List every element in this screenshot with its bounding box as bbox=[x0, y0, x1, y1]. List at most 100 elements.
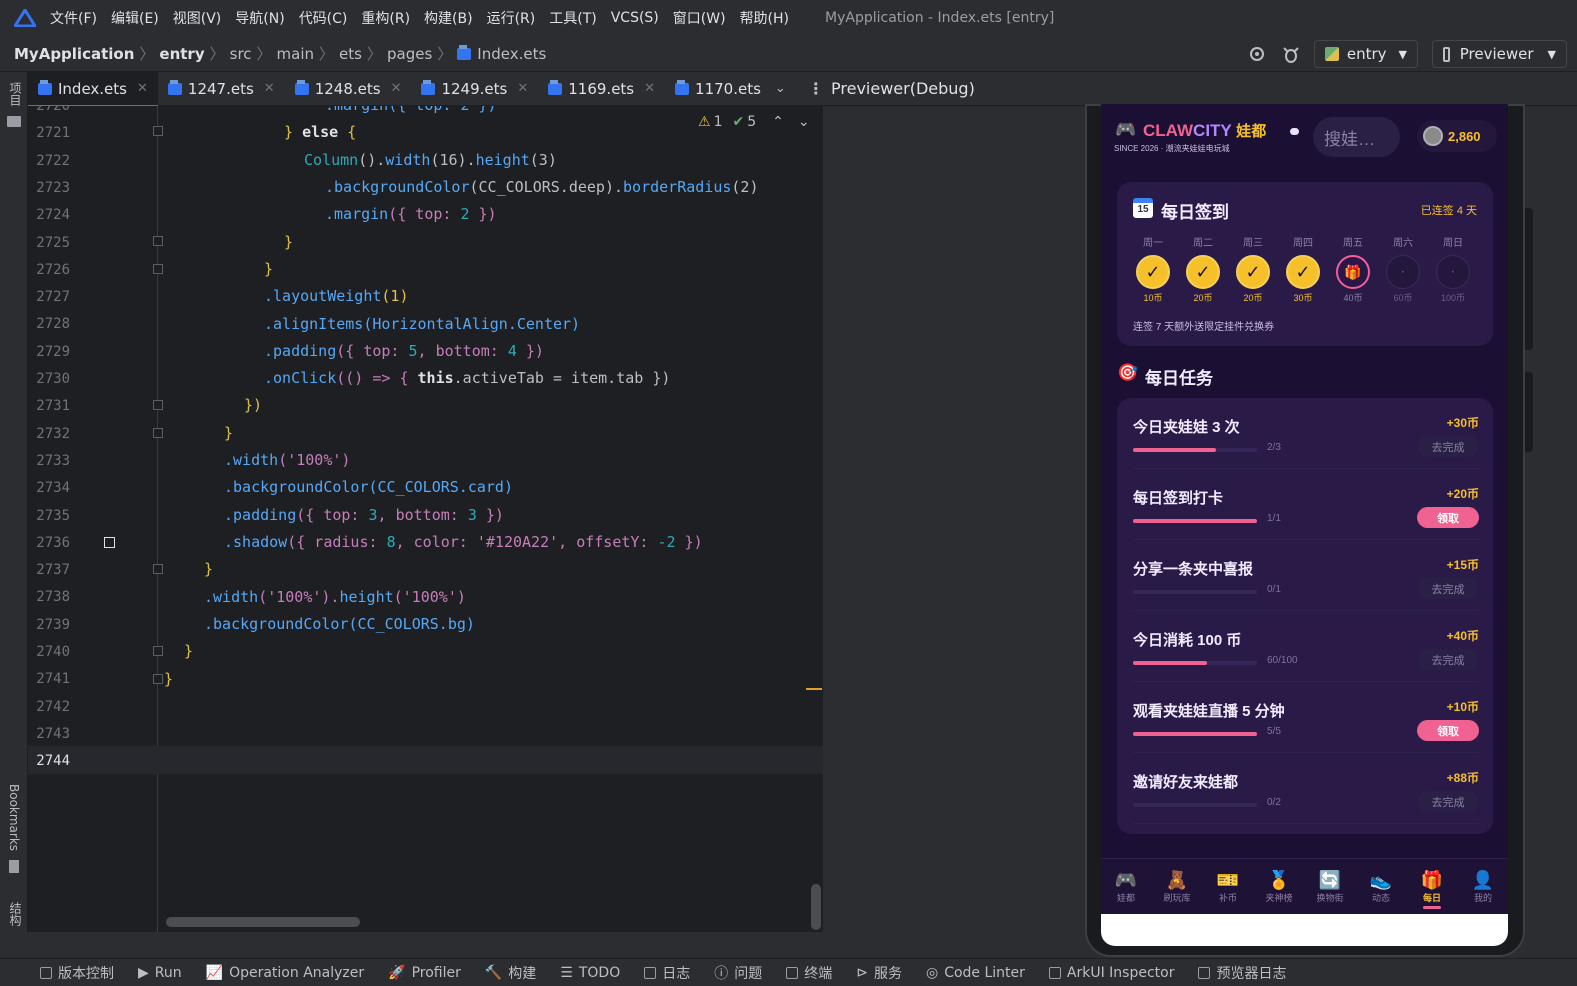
checkin-day[interactable]: 周四 ✓ 30币 bbox=[1283, 234, 1323, 304]
bookmarks-tool-tab[interactable]: Bookmarks bbox=[7, 784, 21, 851]
menu-vcs[interactable]: VCS(S) bbox=[611, 10, 659, 26]
tab-1170[interactable]: 1170.ets bbox=[665, 72, 765, 106]
services-icon: ⊳ bbox=[856, 964, 868, 981]
folder-icon[interactable] bbox=[7, 116, 21, 127]
menu-run[interactable]: 运行(R) bbox=[487, 8, 536, 28]
chevron-up-icon[interactable]: ⌃ bbox=[772, 114, 784, 130]
fold-marker-icon[interactable] bbox=[153, 400, 163, 410]
nav-item-daily[interactable]: 🎁 每日 bbox=[1410, 869, 1454, 909]
operation-analyzer-tool[interactable]: 📈 Operation Analyzer bbox=[206, 965, 364, 981]
menu-tools[interactable]: 工具(T) bbox=[549, 8, 596, 28]
previewer-dropdown[interactable]: Previewer ▼ bbox=[1432, 40, 1567, 68]
previewer-title: Previewer(Debug) bbox=[831, 79, 975, 98]
breadcrumb-ets[interactable]: ets bbox=[339, 45, 362, 63]
inspection-widget[interactable]: ⚠ 1 ✔ 5 ⌃ ⌄ bbox=[698, 114, 810, 130]
nav-item-profile[interactable]: 👤 我的 bbox=[1461, 869, 1505, 904]
line-number: 2729 bbox=[36, 343, 70, 360]
version-control-tool[interactable]: 版本控制 bbox=[40, 963, 114, 983]
fold-marker-icon[interactable] bbox=[153, 428, 163, 438]
chevron-down-icon[interactable]: ⌄ bbox=[798, 114, 810, 130]
fold-marker-icon[interactable] bbox=[153, 646, 163, 656]
fold-marker-icon[interactable] bbox=[153, 564, 163, 574]
checkin-day[interactable]: 周二 ✓ 20币 bbox=[1183, 234, 1223, 304]
nav-item-topup[interactable]: 🎫 补币 bbox=[1206, 869, 1250, 904]
menu-code[interactable]: 代码(C) bbox=[299, 8, 348, 28]
go-complete-button[interactable]: 去完成 bbox=[1417, 578, 1479, 599]
structure-tool-tab[interactable]: 结构 bbox=[7, 902, 24, 926]
checkin-day[interactable]: 周一 ✓ 10币 bbox=[1133, 234, 1173, 304]
todo-tool[interactable]: ☰ TODO bbox=[560, 965, 620, 981]
ets-file-icon bbox=[38, 79, 52, 95]
menu-help[interactable]: 帮助(H) bbox=[740, 8, 789, 28]
close-icon[interactable]: ✕ bbox=[517, 81, 528, 96]
target-icon[interactable] bbox=[1248, 45, 1266, 63]
claim-button[interactable]: 领取 bbox=[1417, 720, 1479, 741]
fold-marker-icon[interactable] bbox=[153, 674, 163, 684]
checkin-day-today[interactable]: 周五 🎁 40币 bbox=[1333, 234, 1373, 304]
breadcrumb-src[interactable]: src bbox=[230, 45, 252, 63]
menu-refactor[interactable]: 重构(R) bbox=[361, 8, 410, 28]
bookmark-icon[interactable] bbox=[9, 860, 19, 873]
check-icon: ✓ bbox=[1136, 255, 1170, 289]
menu-window[interactable]: 窗口(W) bbox=[673, 8, 726, 28]
fold-marker-icon[interactable] bbox=[153, 264, 163, 274]
code-linter-tool[interactable]: ◎ Code Linter bbox=[926, 965, 1025, 981]
menu-edit[interactable]: 编辑(E) bbox=[111, 8, 159, 28]
profiler-tool[interactable]: 🚀 Profiler bbox=[388, 965, 461, 981]
terminal-tool[interactable]: 终端 bbox=[786, 963, 832, 983]
bug-icon[interactable] bbox=[1282, 44, 1300, 64]
problems-tool[interactable]: ⓘ 问题 bbox=[714, 963, 762, 983]
more-options-icon[interactable]: ⋮ bbox=[808, 79, 824, 98]
tab-1169[interactable]: 1169.ets ✕ bbox=[538, 72, 665, 106]
nav-item-library[interactable]: 🧸 刷玩库 bbox=[1155, 869, 1199, 904]
device-screen[interactable]: 🎮 CLAWCITY 娃都 SINCE 2026 · 潮流夹娃娃电玩城 搜娃… … bbox=[1101, 104, 1508, 946]
nav-item-ranking[interactable]: 🏅 夹神榜 bbox=[1257, 869, 1301, 904]
nav-item-feed[interactable]: 👟 动态 bbox=[1359, 869, 1403, 904]
search-input[interactable]: 搜娃… bbox=[1313, 117, 1400, 157]
close-icon[interactable]: ✕ bbox=[391, 81, 402, 96]
tab-index[interactable]: Index.ets ✕ bbox=[28, 71, 158, 107]
previewer-log-tool[interactable]: 预览器日志 bbox=[1198, 963, 1286, 983]
fold-marker-icon[interactable] bbox=[153, 236, 163, 246]
nav-item-home[interactable]: 🎮 娃都 bbox=[1104, 869, 1148, 904]
breadcrumb-main[interactable]: main bbox=[277, 45, 314, 63]
go-complete-button[interactable]: 去完成 bbox=[1417, 791, 1479, 812]
run-tool[interactable]: ▶ Run bbox=[138, 965, 182, 981]
close-icon[interactable]: ✕ bbox=[264, 81, 275, 96]
claim-button[interactable]: 领取 bbox=[1417, 507, 1479, 528]
project-tool-tab[interactable]: 项目 bbox=[7, 82, 24, 106]
close-icon[interactable]: ✕ bbox=[137, 81, 148, 96]
nav-item-exchange[interactable]: 🔄 换物街 bbox=[1308, 869, 1352, 904]
breadcrumb-file[interactable]: Index.ets bbox=[477, 45, 546, 63]
go-complete-button[interactable]: 去完成 bbox=[1417, 649, 1479, 670]
coin-balance[interactable]: 2,860 bbox=[1417, 120, 1497, 152]
tab-list-chevron-icon[interactable]: ⌄ bbox=[775, 81, 786, 96]
tab-1249[interactable]: 1249.ets ✕ bbox=[411, 72, 538, 106]
code-editor[interactable]: 2720 2721 2722 2723 2724 2725 2726 2727 2728 2729… bbox=[28, 106, 823, 932]
ets-file-icon bbox=[457, 44, 472, 60]
breadcrumb-pages[interactable]: pages bbox=[387, 45, 432, 63]
run-config-dropdown[interactable]: entry ▼ bbox=[1314, 40, 1418, 68]
vertical-scrollbar[interactable] bbox=[811, 884, 821, 930]
notification-dot-icon[interactable] bbox=[1290, 128, 1299, 135]
checkin-day[interactable]: 周三 ✓ 20币 bbox=[1233, 234, 1273, 304]
menu-build[interactable]: 构建(B) bbox=[424, 8, 473, 28]
menu-navigate[interactable]: 导航(N) bbox=[235, 8, 284, 28]
log-tool[interactable]: 日志 bbox=[644, 963, 690, 983]
close-icon[interactable]: ✕ bbox=[644, 81, 655, 96]
fold-marker-icon[interactable] bbox=[153, 126, 163, 136]
menu-file[interactable]: 文件(F) bbox=[50, 8, 97, 28]
menu-view[interactable]: 视图(V) bbox=[173, 8, 222, 28]
horizontal-scrollbar[interactable] bbox=[166, 917, 360, 927]
services-tool[interactable]: ⊳ 服务 bbox=[856, 963, 902, 983]
tab-1247[interactable]: 1247.ets ✕ bbox=[158, 72, 285, 106]
tab-1248[interactable]: 1248.ets ✕ bbox=[285, 72, 412, 106]
code-line: .alignItems(HorizontalAlign.Center) bbox=[264, 315, 581, 333]
build-tool[interactable]: 🔨 构建 bbox=[485, 963, 536, 983]
go-complete-button[interactable]: 去完成 bbox=[1417, 436, 1479, 457]
phone-side-button bbox=[1525, 372, 1533, 452]
arkui-inspector-tool[interactable]: ArkUI Inspector bbox=[1048, 965, 1174, 981]
breakpoint-toggle[interactable] bbox=[104, 537, 115, 548]
breadcrumb-project[interactable]: MyApplication bbox=[14, 45, 134, 63]
breadcrumb-module[interactable]: entry bbox=[159, 45, 204, 63]
